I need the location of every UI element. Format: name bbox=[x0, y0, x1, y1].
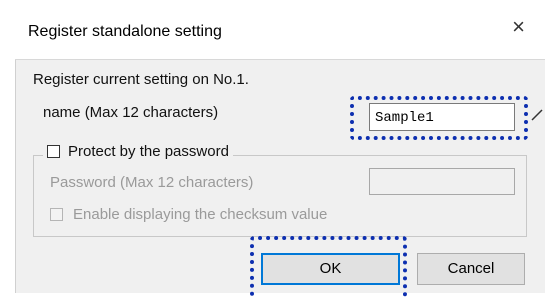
name-label: name (Max 12 characters) bbox=[43, 104, 219, 121]
protect-password-checkbox[interactable] bbox=[47, 145, 60, 158]
checksum-label: Enable displaying the checksum value bbox=[73, 206, 328, 223]
close-icon[interactable]: × bbox=[512, 16, 525, 38]
ok-button-highlight bbox=[250, 236, 407, 298]
divider bbox=[15, 59, 545, 60]
password-input[interactable] bbox=[369, 168, 515, 195]
register-message: Register current setting on No.1. bbox=[33, 71, 249, 88]
protect-password-option[interactable]: Protect by the password bbox=[43, 143, 233, 160]
checksum-checkbox[interactable] bbox=[50, 208, 63, 221]
dialog-title: Register standalone setting bbox=[28, 23, 222, 40]
register-dialog: Register standalone setting × Register c… bbox=[0, 0, 545, 298]
checksum-option[interactable]: Enable displaying the checksum value bbox=[50, 206, 327, 223]
cancel-button[interactable]: Cancel bbox=[417, 253, 525, 285]
protect-password-label: Protect by the password bbox=[68, 143, 229, 160]
name-field-highlight bbox=[350, 96, 528, 140]
title-bar: Register standalone setting × bbox=[0, 0, 545, 60]
callout-arrow-icon bbox=[531, 109, 543, 121]
password-label: Password (Max 12 characters) bbox=[50, 174, 254, 191]
